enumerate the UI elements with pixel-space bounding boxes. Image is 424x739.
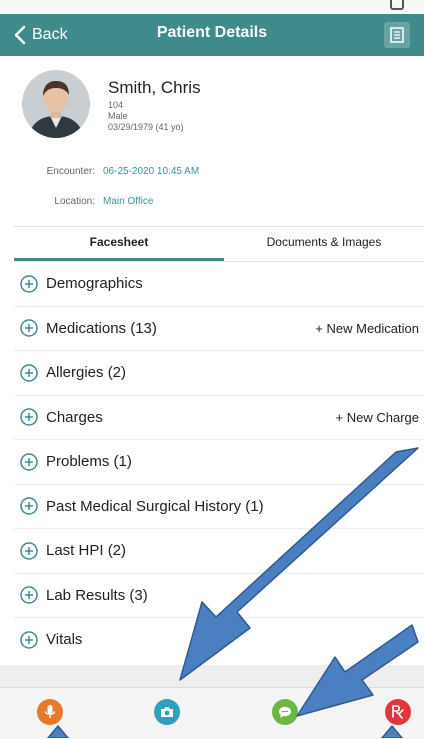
bottom-toolbar [0, 687, 424, 739]
patient-dob: 03/29/1979 (41 yo) [108, 122, 184, 132]
section-charges[interactable]: Charges + New Charge [14, 396, 424, 440]
section-list: Demographics Medications (13) + New Medi… [14, 262, 424, 662]
section-label: Charges [46, 408, 103, 426]
section-label: Past Medical Surgical History (1) [46, 497, 264, 515]
rx-icon [392, 705, 404, 719]
location-value[interactable]: Main Office [103, 196, 153, 207]
section-label: Last HPI (2) [46, 542, 127, 560]
section-label: Lab Results (3) [46, 586, 148, 604]
page-title: Patient Details [156, 24, 268, 41]
battery-icon [390, 0, 404, 10]
camera-button[interactable] [154, 699, 180, 725]
expand-plus-icon [20, 542, 38, 560]
section-label: Vitals [46, 631, 83, 649]
message-button[interactable] [272, 699, 298, 725]
section-label: Allergies (2) [46, 364, 127, 382]
expand-plus-icon [20, 453, 38, 471]
section-label: Problems (1) [46, 453, 132, 471]
rx-button[interactable] [385, 699, 411, 725]
section-allergies[interactable]: Allergies (2) [14, 351, 424, 396]
list-footer-spacer [0, 665, 424, 687]
microphone-button[interactable] [37, 699, 63, 725]
expand-plus-icon [20, 586, 38, 604]
section-medications[interactable]: Medications (13) + New Medication [14, 307, 424, 351]
document-icon[interactable] [384, 22, 410, 48]
new-medication-button[interactable]: + New Medication [315, 321, 419, 336]
section-last-hpi[interactable]: Last HPI (2) [14, 529, 424, 574]
navigation-bar: Back Patient Details [0, 14, 424, 56]
tab-facesheet[interactable]: Facesheet [14, 227, 224, 261]
tab-documents-images[interactable]: Documents & Images [224, 227, 424, 261]
expand-plus-icon [20, 319, 38, 337]
expand-plus-icon [20, 497, 38, 515]
patient-id: 104 [108, 100, 124, 110]
status-bar [0, 0, 424, 14]
patient-header: Smith, Chris 104 Male 03/29/1979 (41 yo)… [0, 56, 424, 226]
section-demographics[interactable]: Demographics [14, 262, 424, 307]
new-charge-button[interactable]: + New Charge [336, 410, 419, 425]
section-past-medical-surgical-history[interactable]: Past Medical Surgical History (1) [14, 485, 424, 529]
encounter-value[interactable]: 06-25-2020 10:45 AM [103, 166, 199, 177]
encounter-label: Encounter: [46, 166, 95, 177]
patient-sex: Male [108, 111, 128, 121]
expand-plus-icon [20, 408, 38, 426]
section-lab-results[interactable]: Lab Results (3) [14, 574, 424, 618]
avatar [22, 70, 90, 138]
section-label: Demographics [46, 275, 143, 293]
section-label: Medications (13) [46, 319, 157, 337]
message-icon [279, 706, 291, 718]
expand-plus-icon [20, 631, 38, 649]
section-problems[interactable]: Problems (1) [14, 440, 424, 485]
section-vitals[interactable]: Vitals [14, 618, 424, 662]
camera-icon [161, 707, 173, 717]
location-label: Location: [54, 196, 95, 207]
expand-plus-icon [20, 364, 38, 382]
tab-bar: Facesheet Documents & Images [14, 226, 424, 262]
microphone-icon [44, 705, 56, 718]
patient-name: Smith, Chris [108, 78, 201, 97]
expand-plus-icon [20, 275, 38, 293]
